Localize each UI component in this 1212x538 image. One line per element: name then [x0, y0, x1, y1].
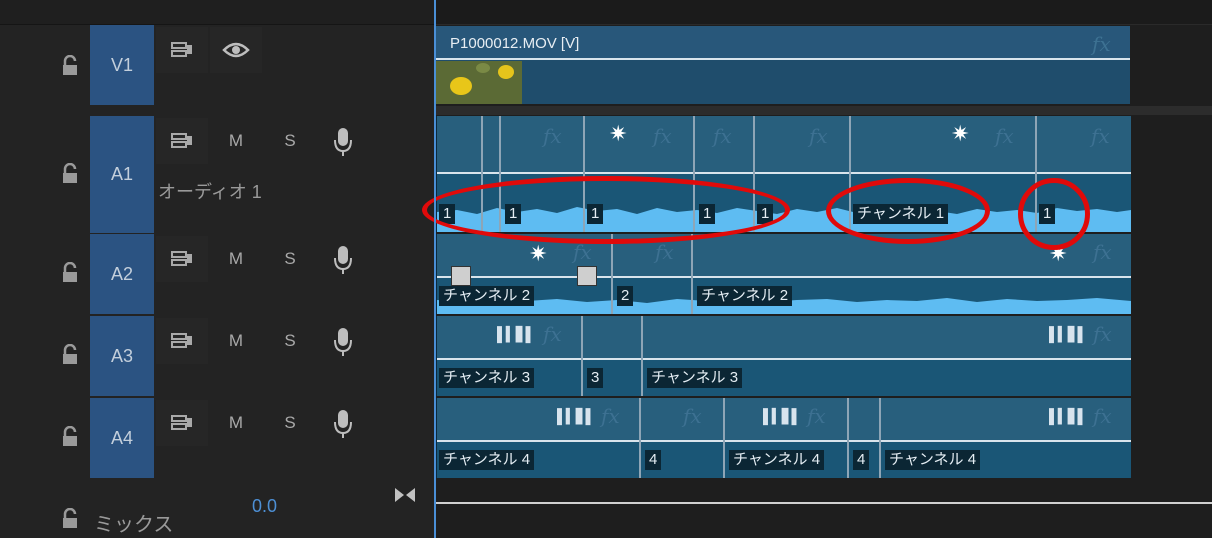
solo-button[interactable]: S: [270, 246, 310, 272]
track-name-a4[interactable]: A4: [90, 398, 154, 478]
channel-label: 4: [853, 450, 870, 470]
track-row-a4: A4 M S: [0, 398, 434, 478]
lock-icon[interactable]: [60, 508, 80, 530]
video-thumbnail: [436, 61, 522, 104]
playhead[interactable]: [434, 0, 436, 538]
mute-button[interactable]: M: [216, 410, 256, 436]
channel-label: チャンネル 4: [439, 450, 535, 470]
channel-label: チャンネル 4: [729, 450, 825, 470]
video-clip[interactable]: P1000012.MOV [V] fx: [436, 26, 1130, 104]
audio-clip-header: [437, 116, 1131, 174]
channel-label: チャンネル 3: [647, 368, 743, 388]
audio-meter-icon: ▌▍▋▌: [557, 408, 595, 424]
toggle-sync-lock-icon[interactable]: [156, 236, 208, 282]
keyframe-star-icon: ✷: [529, 241, 548, 266]
fx-badge[interactable]: fx: [995, 124, 1014, 148]
fx-badge[interactable]: fx: [807, 404, 826, 428]
fx-badge[interactable]: fx: [543, 124, 562, 148]
solo-button[interactable]: S: [270, 410, 310, 436]
microphone-icon[interactable]: [332, 408, 354, 440]
fx-badge[interactable]: fx: [653, 124, 672, 148]
channel-label: チャンネル 4: [885, 450, 981, 470]
keyframe-star-icon: ✷: [609, 121, 628, 146]
track-name-v1[interactable]: V1: [90, 25, 154, 105]
channel-label: チャンネル 2: [697, 286, 793, 306]
audio-meter-icon: ▌▍▋▌: [1049, 326, 1087, 342]
microphone-icon[interactable]: [332, 244, 354, 276]
timeline-panel: P1000012.MOV [V] fx fx ✷ fx fx fx ✷ fx f…: [422, 0, 1212, 538]
solo-button[interactable]: S: [270, 128, 310, 154]
lock-icon[interactable]: [60, 426, 80, 448]
toggle-sync-lock-icon[interactable]: [156, 318, 208, 364]
track-headers-panel: V1 A1 M S オーディオ 1 A2 M S A3 M S A4 M S ミ…: [0, 0, 434, 538]
keyframe-star-icon: ✷: [951, 121, 970, 146]
track-title-a1: オーディオ 1: [158, 182, 262, 202]
audio-clip-a3[interactable]: ▌▍▋▌ fx ▌▍▋▌ fx チャンネル 3 3 チャンネル 3: [436, 316, 1131, 396]
eye-icon[interactable]: [210, 27, 262, 73]
fx-badge[interactable]: fx: [683, 404, 702, 428]
track-divider: [434, 106, 1212, 115]
transition-handle-icon[interactable]: [577, 266, 597, 286]
channel-label: 3: [587, 368, 604, 388]
audio-clip-header: [437, 316, 1131, 360]
microphone-icon[interactable]: [332, 126, 354, 158]
mute-button[interactable]: M: [216, 328, 256, 354]
audio-clip-a2[interactable]: ✷ fx fx ✷ fx チャンネル 2 2 チャンネル 2: [436, 234, 1131, 314]
mix-volume-value[interactable]: 0.0: [252, 496, 277, 517]
timeline-ruler[interactable]: [434, 0, 1212, 25]
track-row-a2: A2 M S: [0, 234, 434, 314]
go-to-in-out-icon[interactable]: [393, 486, 417, 504]
fx-badge[interactable]: fx: [1092, 32, 1111, 56]
annotation-circle: [1018, 178, 1090, 250]
video-clip-title: P1000012.MOV [V]: [450, 35, 580, 52]
toggle-sync-lock-icon[interactable]: [156, 118, 208, 164]
fx-badge[interactable]: fx: [1093, 404, 1112, 428]
audio-meter-icon: ▌▍▋▌: [497, 326, 535, 342]
fx-badge[interactable]: fx: [655, 240, 674, 264]
track-row-a3: A3 M S: [0, 316, 434, 396]
annotation-circle: [826, 178, 990, 244]
track-name-a2[interactable]: A2: [90, 234, 154, 314]
audio-meter-icon: ▌▍▋▌: [1049, 408, 1087, 424]
lock-icon[interactable]: [60, 344, 80, 366]
audio-meter-icon: ▌▍▋▌: [763, 408, 801, 424]
lock-icon[interactable]: [60, 262, 80, 284]
track-row-mix: ミックス 0.0: [0, 480, 434, 538]
audio-clip-a4[interactable]: ▌▍▋▌ fx fx ▌▍▋▌ fx ▌▍▋▌ fx チャンネル 4 4 チャン…: [436, 398, 1131, 478]
solo-button[interactable]: S: [270, 328, 310, 354]
fx-badge[interactable]: fx: [809, 124, 828, 148]
track-name-a1[interactable]: A1: [90, 116, 154, 233]
transition-handle-icon[interactable]: [451, 266, 471, 286]
mute-button[interactable]: M: [216, 246, 256, 272]
annotation-circle: [422, 176, 790, 244]
header-top-bar: [0, 0, 434, 25]
toggle-sync-lock-icon[interactable]: [156, 27, 208, 73]
lock-icon[interactable]: [60, 163, 80, 185]
fx-badge[interactable]: fx: [1091, 124, 1110, 148]
toggle-sync-lock-icon[interactable]: [156, 400, 208, 446]
microphone-icon[interactable]: [332, 326, 354, 358]
fx-badge[interactable]: fx: [713, 124, 732, 148]
lock-icon[interactable]: [60, 55, 80, 77]
fx-badge[interactable]: fx: [1093, 322, 1112, 346]
fx-badge[interactable]: fx: [543, 322, 562, 346]
track-row-v1: V1: [0, 25, 434, 105]
track-name-a3[interactable]: A3: [90, 316, 154, 396]
fx-badge[interactable]: fx: [601, 404, 620, 428]
mute-button[interactable]: M: [216, 128, 256, 154]
channel-label: 4: [645, 450, 662, 470]
channel-label: チャンネル 3: [439, 368, 535, 388]
mix-track-line: [434, 502, 1212, 504]
track-row-a1: A1 M S オーディオ 1: [0, 116, 434, 233]
mix-label: ミックス: [94, 514, 174, 536]
channel-label: 2: [617, 286, 634, 306]
channel-label: チャンネル 2: [439, 286, 535, 306]
fx-badge[interactable]: fx: [1093, 240, 1112, 264]
